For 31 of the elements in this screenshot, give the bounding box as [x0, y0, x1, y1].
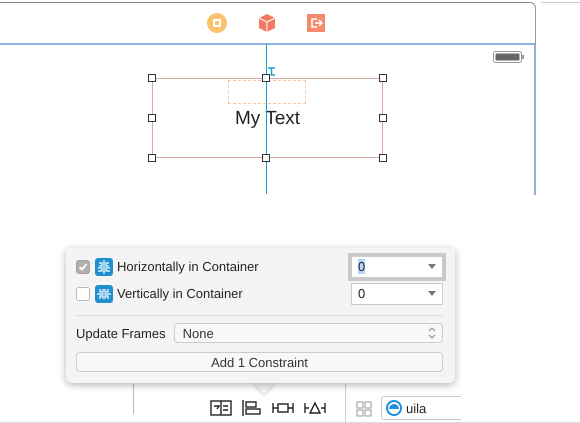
- filter-field[interactable]: uila: [381, 396, 461, 420]
- option-label: Horizontally in Container: [117, 259, 260, 274]
- align-icon[interactable]: [242, 400, 262, 416]
- resize-handle[interactable]: [148, 114, 156, 122]
- stepper-arrows-icon: [428, 327, 436, 339]
- dropdown-arrow-icon: [428, 264, 436, 269]
- battery-icon: [493, 51, 525, 63]
- horizontal-center-icon: [95, 258, 113, 276]
- dropdown-arrow-icon: [428, 291, 436, 296]
- option-label: Vertically in Container: [117, 286, 244, 301]
- update-frames-popup[interactable]: None: [174, 323, 443, 343]
- filter-icon: [386, 400, 402, 416]
- update-frames-label: Update Frames: [76, 326, 166, 340]
- vertical-center-icon: [95, 284, 113, 302]
- constant-combo-box[interactable]: 0: [351, 282, 443, 304]
- checkbox[interactable]: [76, 260, 90, 274]
- resize-handle[interactable]: [379, 114, 387, 122]
- resize-handle[interactable]: [379, 154, 387, 162]
- embed-icon[interactable]: [210, 400, 232, 416]
- resize-handle[interactable]: [148, 74, 156, 82]
- resize-handle[interactable]: [262, 154, 270, 162]
- pin-icon[interactable]: [272, 400, 294, 416]
- resolve-icon[interactable]: [304, 400, 326, 416]
- resize-handle[interactable]: [262, 74, 270, 82]
- cube-icon[interactable]: [257, 13, 277, 33]
- checkbox[interactable]: [76, 286, 90, 300]
- add-constraint-button[interactable]: Add 1 Constraint: [76, 352, 443, 372]
- grid-icon[interactable]: [356, 401, 372, 417]
- resize-handle[interactable]: [148, 154, 156, 162]
- resize-handle[interactable]: [379, 74, 387, 82]
- constraint-icon: [268, 67, 276, 76]
